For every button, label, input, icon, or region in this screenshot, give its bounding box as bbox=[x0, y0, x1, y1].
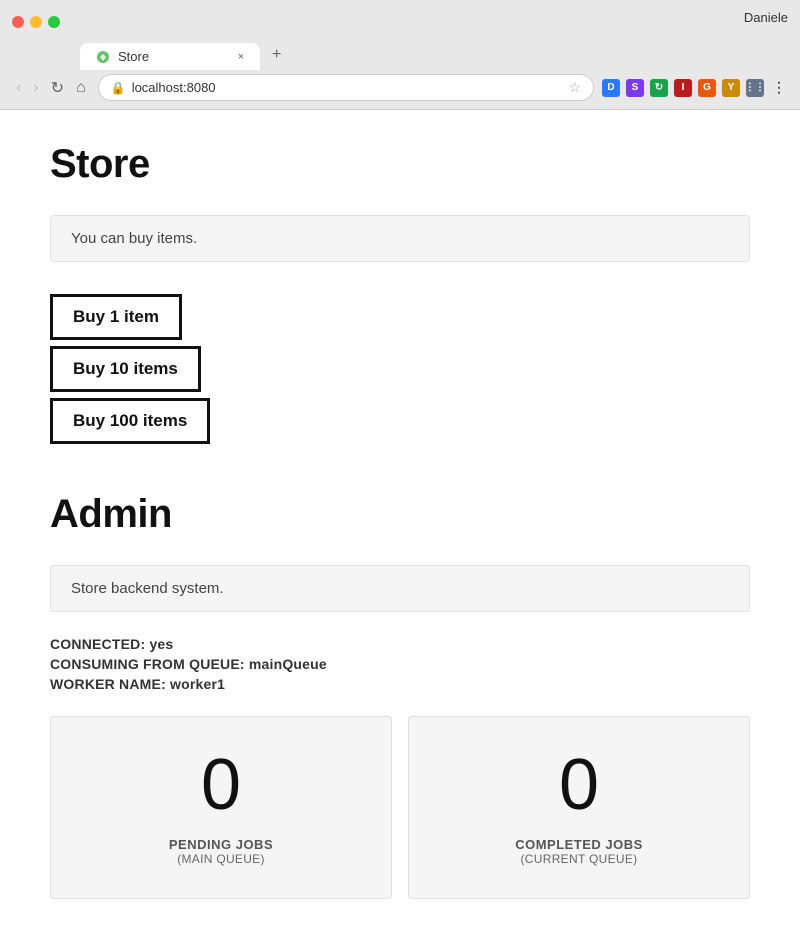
connected-label: CONNECTED: bbox=[50, 636, 145, 652]
buy-100-items-button[interactable]: Buy 100 items bbox=[50, 398, 210, 444]
tab-bar: Store × + bbox=[0, 40, 800, 70]
forward-button[interactable]: › bbox=[29, 77, 42, 99]
buy-buttons-container: Buy 1 item Buy 10 items Buy 100 items bbox=[50, 294, 750, 444]
admin-info-box: Store backend system. bbox=[50, 565, 750, 612]
admin-info-text: Store backend system. bbox=[71, 580, 224, 597]
active-tab[interactable]: Store × bbox=[80, 43, 260, 70]
connected-value: yes bbox=[149, 636, 173, 652]
bookmark-icon: ☆ bbox=[568, 79, 581, 96]
completed-jobs-number: 0 bbox=[559, 749, 599, 821]
browser-chrome: Daniele Store × + ‹ › ↻ ⌂ 🔒 localhost:80… bbox=[0, 0, 800, 110]
tab-close-button[interactable]: × bbox=[238, 51, 244, 63]
window-maximize-button[interactable] bbox=[48, 16, 60, 28]
status-list: CONNECTED: yes CONSUMING FROM QUEUE: mai… bbox=[50, 636, 750, 692]
store-info-text: You can buy items. bbox=[71, 230, 197, 247]
queue-value: mainQueue bbox=[249, 656, 327, 672]
metrics-grid: 0 PENDING JOBS (MAIN QUEUE) 0 COMPLETED … bbox=[50, 716, 750, 899]
window-minimize-button[interactable] bbox=[30, 16, 42, 28]
store-info-box: You can buy items. bbox=[50, 215, 750, 262]
queue-label: CONSUMING FROM QUEUE: bbox=[50, 656, 245, 672]
window-close-button[interactable] bbox=[12, 16, 24, 28]
extensions-area: D S ↻ I G Y ⋮⋮ ⋮ bbox=[602, 79, 788, 97]
connected-status: CONNECTED: yes bbox=[50, 636, 750, 652]
worker-status: WORKER NAME: worker1 bbox=[50, 676, 750, 692]
ext-shield-icon[interactable]: S bbox=[626, 79, 644, 97]
pending-jobs-card: 0 PENDING JOBS (MAIN QUEUE) bbox=[50, 716, 392, 899]
completed-jobs-label: COMPLETED JOBS bbox=[515, 837, 643, 852]
lock-icon: 🔒 bbox=[111, 81, 126, 95]
tab-title: Store bbox=[118, 49, 149, 64]
ext-y-icon[interactable]: Y bbox=[722, 79, 740, 97]
ext-refresh-icon[interactable]: ↻ bbox=[650, 79, 668, 97]
home-button[interactable]: ⌂ bbox=[72, 77, 90, 99]
ext-dash-icon[interactable]: D bbox=[602, 79, 620, 97]
tab-favicon-icon bbox=[96, 50, 110, 64]
buy-1-item-button[interactable]: Buy 1 item bbox=[50, 294, 182, 340]
user-label: Daniele bbox=[744, 10, 788, 25]
refresh-button[interactable]: ↻ bbox=[47, 76, 68, 100]
ext-menu-icon[interactable]: ⋮ bbox=[770, 79, 788, 97]
address-bar[interactable]: 🔒 localhost:8080 ☆ bbox=[98, 74, 594, 101]
completed-jobs-sublabel: (CURRENT QUEUE) bbox=[521, 852, 638, 866]
new-tab-button[interactable]: + bbox=[260, 40, 440, 70]
address-bar-row: ‹ › ↻ ⌂ 🔒 localhost:8080 ☆ D S ↻ I G Y ⋮… bbox=[0, 70, 800, 109]
queue-status: CONSUMING FROM QUEUE: mainQueue bbox=[50, 656, 750, 672]
window-controls bbox=[12, 16, 60, 28]
ext-grid-icon[interactable]: ⋮⋮ bbox=[746, 79, 764, 97]
title-bar: Daniele bbox=[0, 0, 800, 36]
store-title: Store bbox=[50, 142, 750, 187]
ext-i-icon[interactable]: I bbox=[674, 79, 692, 97]
worker-label: WORKER NAME: bbox=[50, 676, 166, 692]
completed-jobs-card: 0 COMPLETED JOBS (CURRENT QUEUE) bbox=[408, 716, 750, 899]
worker-value: worker1 bbox=[170, 676, 225, 692]
admin-title: Admin bbox=[50, 492, 750, 537]
back-button[interactable]: ‹ bbox=[12, 77, 25, 99]
page-content: Store You can buy items. Buy 1 item Buy … bbox=[0, 110, 800, 931]
buy-10-items-button[interactable]: Buy 10 items bbox=[50, 346, 201, 392]
pending-jobs-label: PENDING JOBS bbox=[169, 837, 273, 852]
pending-jobs-sublabel: (MAIN QUEUE) bbox=[177, 852, 265, 866]
url-text: localhost:8080 bbox=[132, 80, 563, 95]
nav-buttons: ‹ › ↻ ⌂ bbox=[12, 76, 90, 100]
pending-jobs-number: 0 bbox=[201, 749, 241, 821]
ext-g-icon[interactable]: G bbox=[698, 79, 716, 97]
